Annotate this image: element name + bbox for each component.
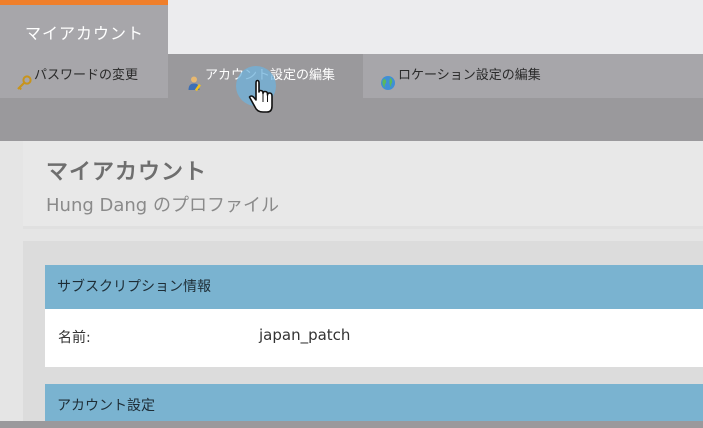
page-subtitle: Hung Dang のプロファイル bbox=[46, 195, 279, 216]
account-settings-section-header: アカウント設定 bbox=[45, 384, 703, 421]
tab-label: マイアカウント bbox=[25, 24, 145, 43]
name-label: 名前: bbox=[58, 330, 91, 346]
subnav-change-password[interactable]: パスワードの変更 bbox=[16, 54, 138, 98]
subnav-edit-location-settings[interactable]: ロケーション設定の編集 bbox=[380, 54, 541, 98]
name-row: 名前: japan_patch bbox=[45, 309, 703, 367]
profile-header: マイアカウント Hung Dang のプロファイル bbox=[23, 141, 703, 229]
section-title: サブスクリプション情報 bbox=[57, 279, 211, 295]
subscription-section-header: サブスクリプション情報 bbox=[45, 265, 703, 309]
page-title: マイアカウント bbox=[46, 160, 208, 185]
sub-navigation: パスワードの変更 アカウント設定の編集 ロケーション設定の編集 bbox=[0, 54, 703, 98]
subnav-label: パスワードの変更 bbox=[34, 68, 139, 83]
subnav-edit-account-settings[interactable]: アカウント設定の編集 bbox=[168, 54, 363, 98]
section-title: アカウント設定 bbox=[57, 398, 155, 414]
subnav-label: ロケーション設定の編集 bbox=[398, 68, 541, 83]
subnav-label: アカウント設定の編集 bbox=[205, 68, 336, 83]
name-value: japan_patch bbox=[259, 326, 351, 344]
globe-icon bbox=[380, 66, 396, 90]
header-band bbox=[0, 98, 703, 141]
tab-my-account[interactable]: マイアカウント bbox=[0, 0, 168, 54]
key-icon bbox=[16, 66, 32, 90]
user-edit-icon bbox=[187, 66, 203, 91]
